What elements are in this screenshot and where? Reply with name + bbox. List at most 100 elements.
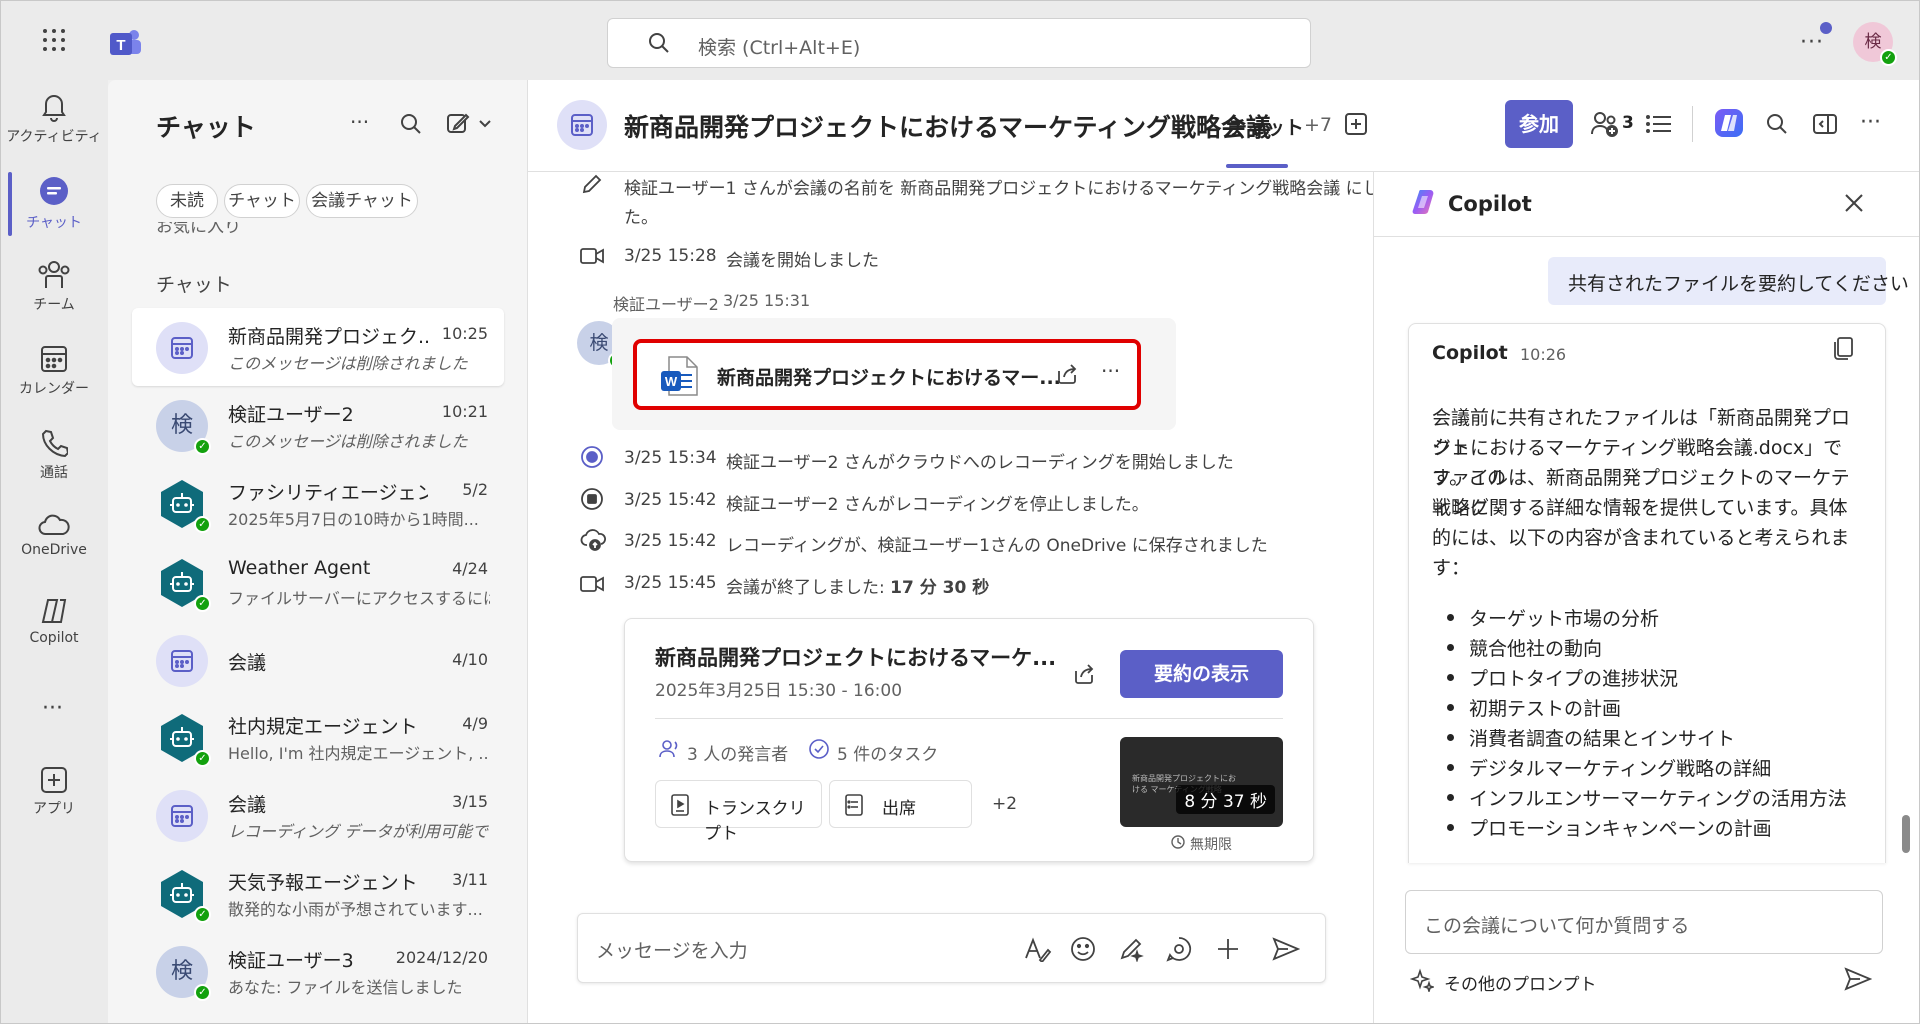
rail-item-teams[interactable]: チーム [0, 260, 108, 314]
recording-stop-icon [580, 487, 604, 511]
favorites-section-label: お気に入り [156, 222, 241, 237]
emoji-icon[interactable] [1070, 936, 1096, 962]
copilot-send-icon[interactable] [1844, 966, 1872, 992]
chat-list-item[interactable]: ✓ ファシリティエージェント 5/2 2025年5月7日の10時から1時間... [132, 464, 504, 542]
attendance-label: 出席 [882, 799, 916, 819]
new-chat-icon[interactable] [446, 112, 492, 136]
rec-saved-text: レコーディングが、検証ユーザー1さんの OneDrive に保存されました [726, 536, 1268, 556]
copilot-title: Copilot [1448, 192, 1532, 216]
rail-label: 通話 [40, 465, 68, 481]
rail-item-copilot[interactable]: Copilot [0, 596, 108, 646]
meeting-avatar [557, 100, 607, 150]
chat-name: 社内規定エージェント [228, 716, 418, 738]
chat-time: 5/2 [462, 480, 488, 499]
chat-list-item[interactable]: 会議 3/15 レコーディング データが利用可能です [132, 776, 504, 854]
format-icon[interactable] [1024, 936, 1052, 962]
recap-datetime: 2025年3月25日 15:30 - 16:00 [655, 681, 903, 701]
chat-time: 10:21 [441, 402, 488, 421]
add-tab-icon[interactable] [1344, 112, 1368, 136]
chat-section-label: チャット [156, 274, 232, 296]
response-line: す： [1432, 557, 1471, 579]
meeting-started-time: 3/25 15:28 [624, 246, 717, 266]
copilot-scrollbar[interactable] [1902, 815, 1910, 853]
meeting-started-text: 会議を開始しました [726, 251, 879, 271]
filter-meeting-chat[interactable]: 会議チャット [306, 184, 418, 218]
recap-title[interactable]: 新商品開発プロジェクトにおけるマーケ... [655, 642, 1056, 672]
response-line: 戦略に関する詳細な情報を提供しています。具体 [1432, 497, 1848, 519]
list-view-icon[interactable] [1646, 114, 1672, 134]
rail-item-calls[interactable]: 通話 [0, 428, 108, 482]
file-attachment[interactable]: W 新商品開発プロジェクトにおけるマー... ··· [633, 339, 1141, 410]
tab-chat[interactable]: チャット [1228, 113, 1304, 140]
search-placeholder: 検索 (Ctrl+Alt+E) [698, 37, 861, 59]
header-search-icon[interactable] [1766, 113, 1788, 135]
send-icon[interactable] [1272, 936, 1300, 962]
more-resources[interactable]: +2 [992, 794, 1017, 814]
chat-search-icon[interactable] [400, 113, 422, 135]
rail-item-activity[interactable]: アクティビティ [0, 92, 108, 146]
message-composer[interactable]: メッセージを入力 [577, 913, 1326, 983]
search-icon [648, 32, 670, 54]
join-button[interactable]: 参加 [1505, 100, 1573, 148]
app-launcher-icon[interactable] [42, 28, 66, 52]
rail-item-calendar[interactable]: カレンダー [0, 344, 108, 398]
response-line: 的には、以下の内容が含まれていると考えられま [1432, 527, 1850, 549]
copilot-toggle-icon[interactable] [1714, 108, 1744, 138]
chat-time: 4/10 [452, 650, 488, 669]
share-icon[interactable] [1055, 362, 1079, 386]
more-tabs[interactable]: +7 [1304, 114, 1332, 136]
header-divider [1692, 106, 1693, 142]
tasks-icon [808, 738, 830, 760]
transcript-button[interactable]: トランスクリプト [655, 780, 822, 844]
chat-preview: 2025年5月7日の10時から1時間... [228, 510, 479, 529]
more-options-icon[interactable]: ··· [1800, 30, 1824, 55]
copilot-compose-icon[interactable] [1118, 936, 1144, 962]
filter-chat[interactable]: チャット [224, 184, 300, 218]
recording-thumbnail[interactable]: 新商品開発プロジェクトにおける マーケティング戦略 8 分 37 秒 [1120, 737, 1283, 827]
loop-icon[interactable] [1166, 936, 1192, 962]
rail-label: Copilot [29, 630, 79, 646]
speakers-icon [658, 738, 680, 760]
chat-list-item[interactable]: 新商品開発プロジェク... 10:25 このメッセージは削除されました [132, 308, 504, 386]
response-bullet: インフルエンサーマーケティングの活用方法 [1447, 784, 1847, 811]
attach-plus-icon[interactable] [1215, 936, 1241, 962]
more-apps-icon[interactable]: ··· [42, 696, 63, 721]
rename-message-line1: 検証ユーザー1 さんが会議の名前を 新商品開発プロジェクトにおけるマーケティング… [624, 179, 1414, 199]
chat-list-item[interactable]: ✓ 社内規定エージェント 4/9 Hello, I'm 社内規定エージェント, ... [132, 698, 504, 776]
copilot-input[interactable]: この会議について何か質問する [1405, 890, 1883, 954]
chat-list-item[interactable]: 検 ✓ 検証ユーザー2 10:21 このメッセージは削除されました [132, 386, 504, 464]
chat-list-item[interactable]: 検 ✓ 検証ユーザー3 2024/12/20 あなた: ファイルを送信しました [132, 932, 504, 1010]
people-icon [1590, 110, 1620, 138]
rail-label: カレンダー [19, 381, 89, 397]
tasks-count[interactable]: 5 件のタスク [837, 740, 938, 765]
meeting-calendar-icon [156, 635, 208, 687]
close-copilot-icon[interactable] [1844, 193, 1864, 213]
file-more-icon[interactable]: ··· [1101, 359, 1120, 383]
rail-item-onedrive[interactable]: OneDrive [0, 512, 108, 558]
bell-icon [40, 92, 68, 122]
header-more-icon[interactable]: ··· [1860, 110, 1881, 135]
copy-icon[interactable] [1832, 336, 1854, 360]
recording-duration: 8 分 37 秒 [1176, 785, 1275, 814]
presence-available-icon: ✓ [194, 595, 211, 612]
chat-list-item[interactable]: 会議 4/10 [132, 621, 504, 699]
speakers-count[interactable]: 3 人の発言者 [687, 740, 788, 765]
phone-icon [40, 428, 68, 458]
teams-logo-icon: T [108, 28, 142, 58]
chat-list-item[interactable]: ✓ Weather Agent 4/24 ファイルサーバーにアクセスするには、... [132, 543, 504, 621]
recap-share-icon[interactable] [1072, 662, 1096, 686]
chat-name: 新商品開発プロジェク... [228, 326, 428, 348]
view-summary-button[interactable]: 要約の表示 [1120, 650, 1283, 698]
rec-start-text: 検証ユーザー2 さんがクラウドへのレコーディングを開始しました [726, 453, 1234, 473]
chat-list-item[interactable]: ✓ 天気予報エージェント 3/11 散発的な小雨が予想されています... [132, 854, 504, 932]
rail-item-chat[interactable]: チャット [0, 176, 108, 232]
participants-button[interactable]: 3 [1590, 110, 1640, 138]
rail-item-apps[interactable]: アプリ [0, 766, 108, 818]
filter-unread[interactable]: 未読 [156, 184, 218, 218]
attendance-button[interactable]: 出席 [829, 780, 972, 828]
user-prompt-text: 共有されたファイルを要約してください [1568, 273, 1909, 295]
side-panel-icon[interactable] [1812, 112, 1838, 136]
search-box[interactable]: 検索 (Ctrl+Alt+E) [607, 18, 1311, 68]
more-prompts-link[interactable]: その他のプロンプト [1444, 970, 1597, 995]
chat-list-more-icon[interactable]: ··· [350, 110, 369, 134]
